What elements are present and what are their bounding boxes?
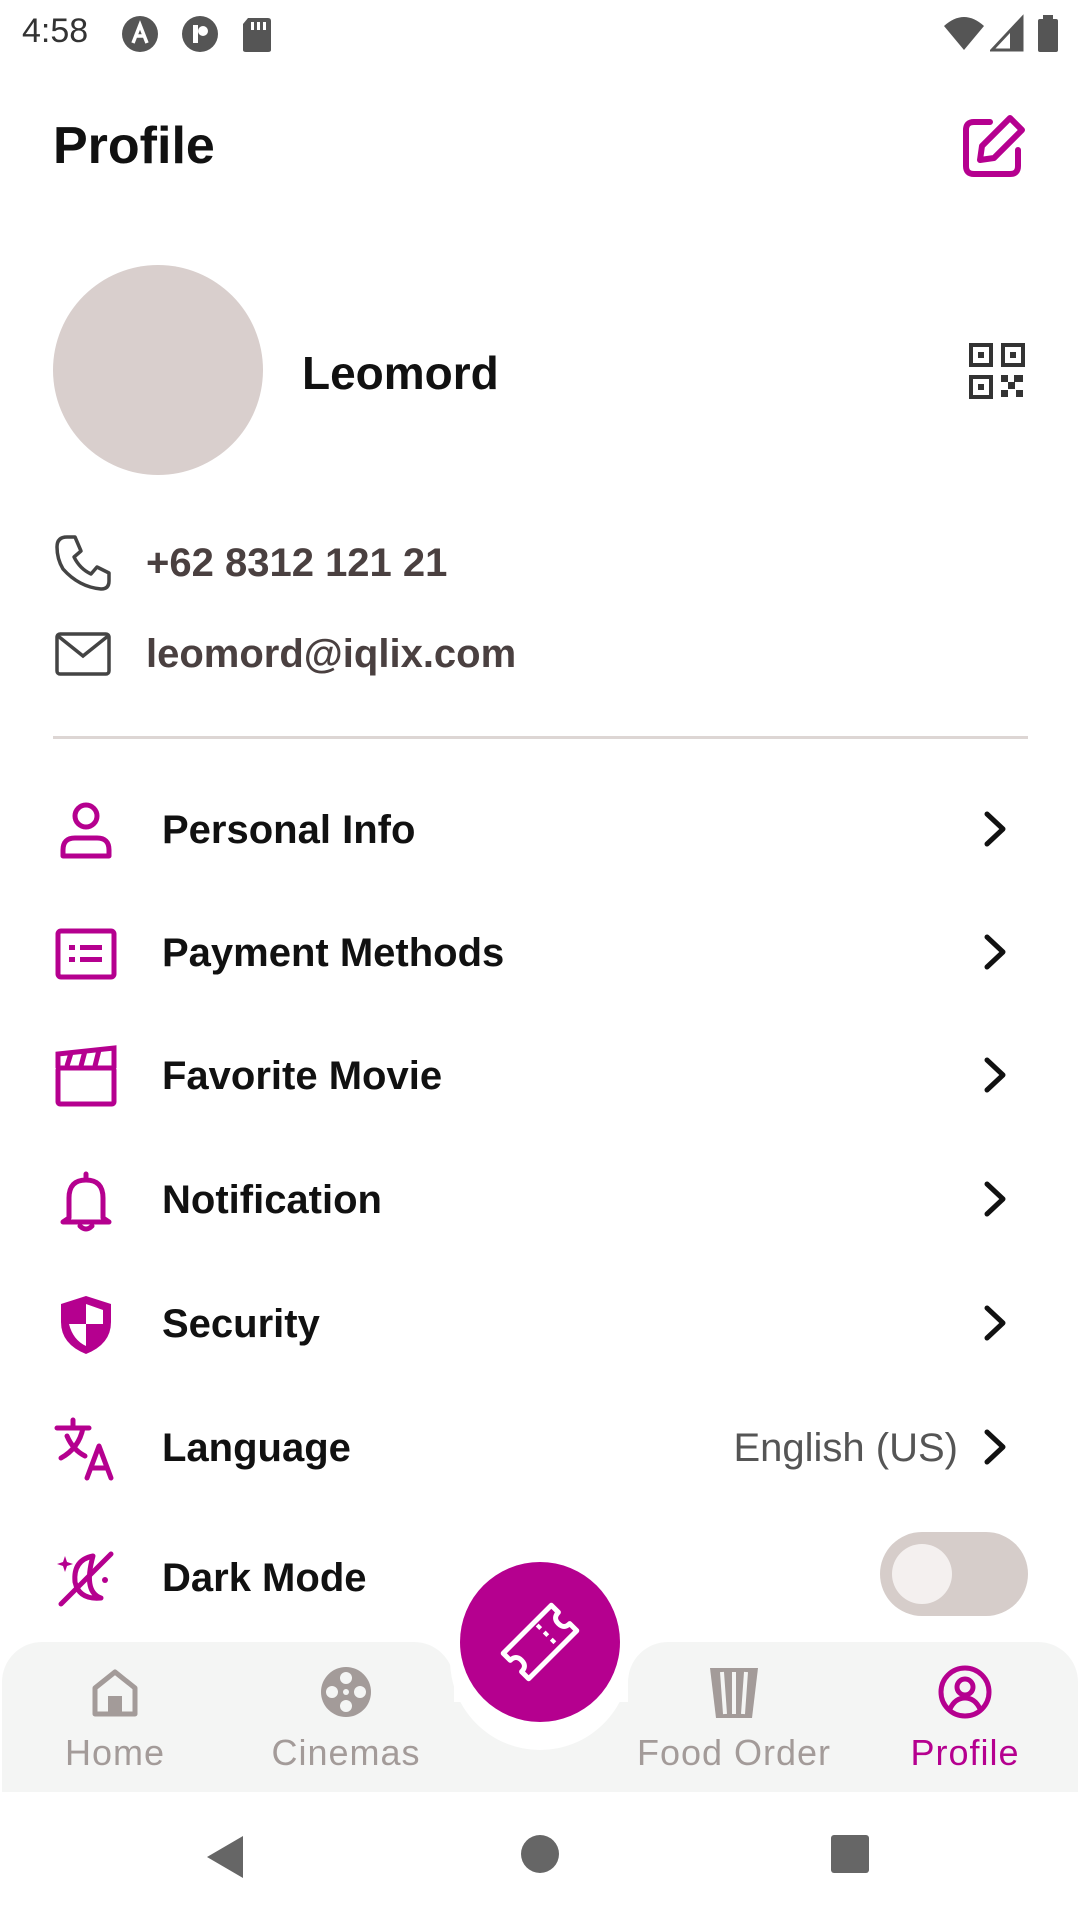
ticket-fab-button[interactable] (460, 1562, 620, 1722)
email-row: leomord@iqlix.com (53, 618, 953, 688)
qr-code-icon (969, 343, 1025, 399)
clapperboard-icon (55, 1045, 117, 1107)
mail-icon (55, 632, 111, 676)
nav-profile[interactable]: Profile (855, 1664, 1075, 1784)
nav-cinemas[interactable]: Cinemas (236, 1664, 456, 1784)
shield-icon (61, 1296, 111, 1354)
chevron-right-icon (984, 1305, 1006, 1341)
menu-item-favorite-movie[interactable]: Favorite Movie (53, 1024, 1028, 1124)
menu-item-personal-info[interactable]: Personal Info (53, 778, 1028, 878)
menu-item-payment-methods[interactable]: Payment Methods (53, 901, 1028, 1001)
back-icon[interactable] (203, 1834, 247, 1880)
menu-label: Favorite Movie (162, 1054, 443, 1098)
autofill-icon (120, 14, 160, 59)
dark-mode-icon (57, 1551, 114, 1607)
menu-item-language[interactable]: Language English (US) (53, 1396, 1028, 1496)
nav-label: Profile (910, 1732, 1020, 1773)
menu-label: Payment Methods (162, 931, 505, 975)
menu-item-security[interactable]: Security (53, 1272, 1028, 1372)
phone-number: +62 8312 121 21 (146, 541, 448, 585)
divider (53, 736, 1028, 739)
home-icon (92, 1669, 138, 1717)
sd-card-icon (240, 14, 274, 59)
chevron-right-icon (984, 1429, 1006, 1465)
recents-icon[interactable] (830, 1834, 870, 1874)
menu-label: Dark Mode (162, 1556, 367, 1600)
card-icon (55, 928, 117, 980)
phone-row: +62 8312 121 21 (53, 527, 953, 597)
translate-icon (54, 1417, 114, 1481)
language-value: English (US) (733, 1426, 958, 1470)
status-bar: 4:58 (0, 0, 1080, 64)
nav-food-order[interactable]: Food Order (624, 1664, 844, 1784)
nav-label: Food Order (636, 1732, 832, 1773)
popcorn-icon (710, 1668, 758, 1718)
avatar[interactable] (53, 265, 263, 475)
status-time: 4:58 (22, 12, 89, 50)
nav-label: Cinemas (271, 1732, 421, 1773)
email-address: leomord@iqlix.com (146, 632, 517, 676)
menu-label: Notification (162, 1178, 382, 1222)
film-reel-icon (321, 1667, 371, 1717)
person-icon (60, 802, 112, 859)
toggle-knob (892, 1544, 952, 1604)
nav-label: Home (64, 1732, 166, 1773)
qr-code-button[interactable] (968, 342, 1026, 400)
menu-label: Security (162, 1302, 320, 1346)
edit-profile-button[interactable] (960, 112, 1028, 180)
dark-mode-toggle[interactable] (880, 1532, 1028, 1616)
chevron-right-icon (984, 1057, 1006, 1093)
signal-icon (988, 14, 1024, 59)
pocket-icon (180, 14, 220, 59)
battery-icon (1036, 14, 1060, 59)
user-circle-icon (938, 1665, 992, 1719)
phone-icon (55, 535, 111, 591)
chevron-right-icon (984, 1181, 1006, 1217)
menu-item-notification[interactable]: Notification (53, 1148, 1028, 1248)
nav-home[interactable]: Home (5, 1664, 225, 1784)
page-title: Profile (53, 117, 215, 175)
bell-icon (60, 1171, 112, 1232)
edit-icon (963, 115, 1025, 177)
chevron-right-icon (984, 934, 1006, 970)
system-nav-bar (0, 1792, 1080, 1920)
home-button-icon[interactable] (520, 1834, 560, 1874)
chevron-right-icon (984, 811, 1006, 847)
menu-label: Language (162, 1426, 351, 1470)
menu-label: Personal Info (162, 808, 416, 852)
ticket-icon (500, 1602, 580, 1682)
wifi-icon (942, 14, 986, 59)
user-name: Leomord (302, 347, 499, 399)
